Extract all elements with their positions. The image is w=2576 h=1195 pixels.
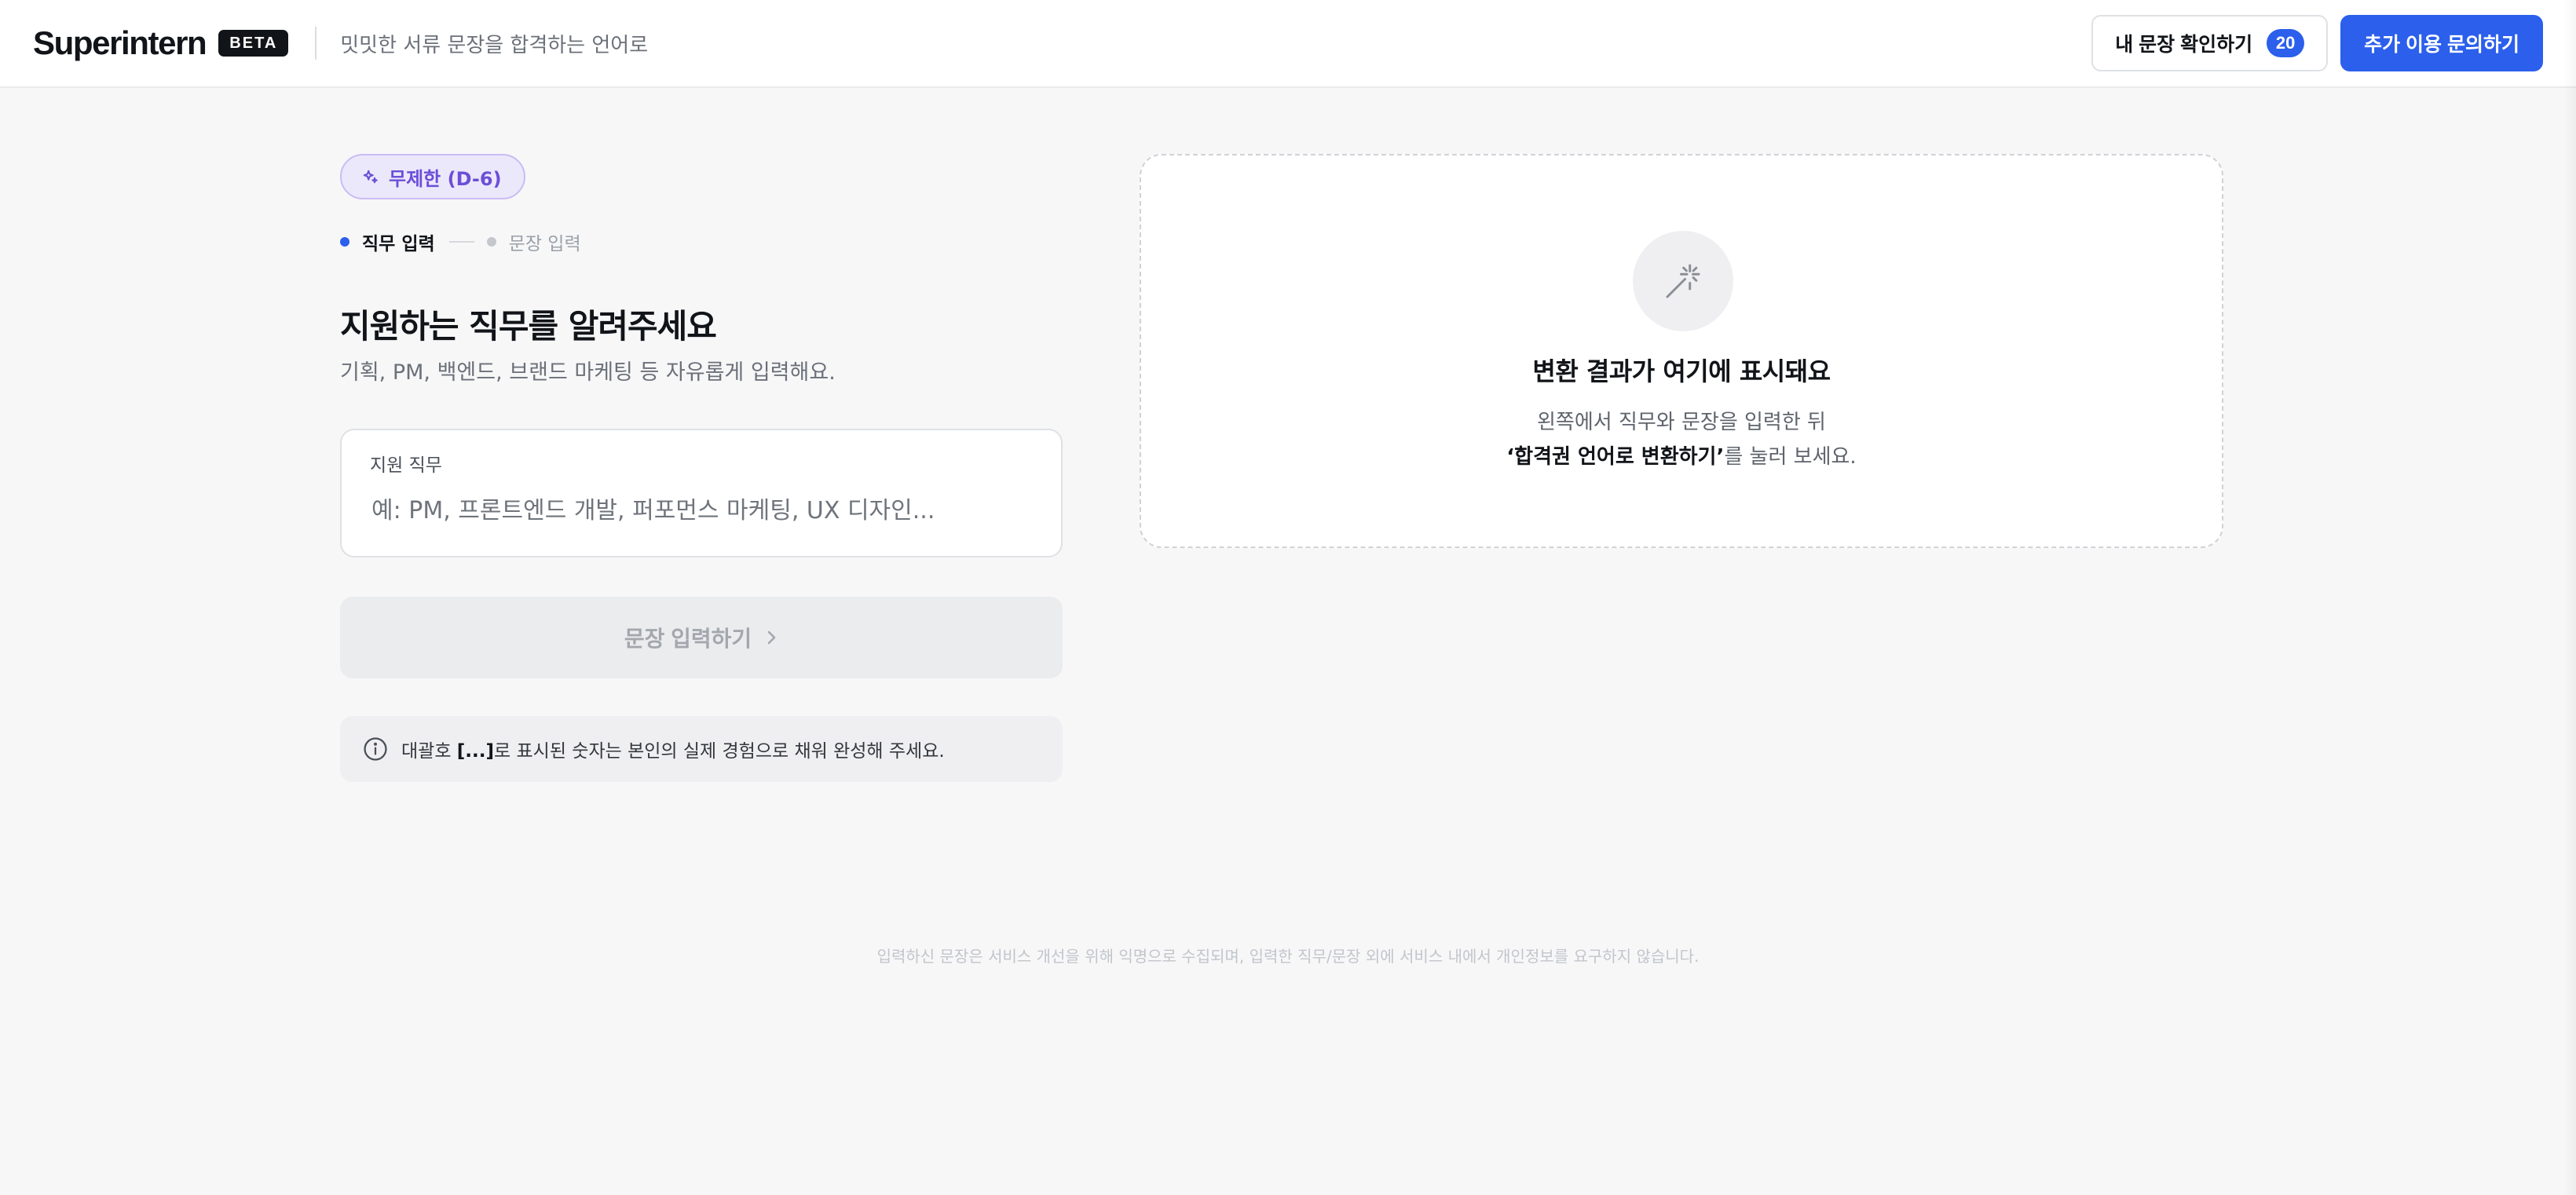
- job-field-card[interactable]: 지원 직무: [340, 429, 1063, 557]
- sparkle-icon: [363, 170, 378, 184]
- magic-wand-icon: [1666, 264, 1700, 298]
- plan-label: 무제한 (D-6): [389, 167, 502, 190]
- header-divider: [315, 27, 317, 60]
- header-actions: 내 문장 확인하기 20 추가 이용 문의하기: [2091, 15, 2543, 71]
- privacy-note: 입력하신 문장은 서비스 개선을 위해 익명으로 수집되며, 입력한 직무/문장…: [876, 947, 1700, 966]
- job-field-label: 지원 직무: [370, 455, 442, 476]
- info-icon: [364, 737, 387, 761]
- beta-badge: BETA: [218, 30, 289, 57]
- result-placeholder-card: 변환 결과가 여기에 표시돼요 왼쪽에서 직무와 문장을 입력한 뒤 ‘합격권 …: [1140, 154, 2223, 548]
- page-subtitle: 기획, PM, 백엔드, 브랜드 마케팅 등 자유롭게 입력해요.: [340, 360, 836, 385]
- my-sentences-button[interactable]: 내 문장 확인하기 20: [2091, 15, 2329, 71]
- brand: Superintern BETA 밋밋한 서류 문장을 합격하는 언어로: [33, 24, 648, 62]
- job-input[interactable]: [370, 493, 1034, 528]
- sentence-count-badge: 20: [2267, 29, 2305, 57]
- logo[interactable]: Superintern: [33, 24, 207, 62]
- result-title: 변환 결과가 여기에 표시돼요: [1532, 356, 1831, 386]
- step-sentence: 문장 입력: [508, 234, 581, 254]
- my-sentences-label: 내 문장 확인하기: [2115, 34, 2253, 56]
- tagline: 밋밋한 서류 문장을 합격하는 언어로: [340, 33, 649, 57]
- bracket-notice: 대괄호 [...]로 표시된 숫자는 본인의 실제 경험으로 채워 완성해 주세…: [340, 716, 1063, 782]
- result-icon-circle: [1633, 231, 1733, 331]
- plan-badge: 무제한 (D-6): [340, 154, 525, 199]
- chevron-right-icon: [767, 630, 776, 645]
- edge-shadow: [2563, 0, 2576, 1195]
- result-desc-line1: 왼쪽에서 직무와 문장을 입력한 뒤: [1537, 411, 1826, 434]
- result-description: 왼쪽에서 직무와 문장을 입력한 뒤 ‘합격권 언어로 변환하기’를 눌러 보세…: [1141, 405, 2222, 474]
- job-input-panel: 무제한 (D-6) 직무 입력 문장 입력 지원하는 직무를 알려주세요 기획,…: [340, 154, 1063, 782]
- result-desc-line2: ‘합격권 언어로 변환하기’를 눌러 보세요.: [1506, 445, 1857, 469]
- next-step-button[interactable]: 문장 입력하기: [340, 597, 1063, 678]
- top-header: Superintern BETA 밋밋한 서류 문장을 합격하는 언어로 내 문…: [0, 0, 2576, 88]
- step-dot-active: [340, 237, 349, 247]
- contact-button[interactable]: 추가 이용 문의하기: [2340, 15, 2543, 71]
- step-dot-inactive: [486, 237, 496, 247]
- notice-bracket: [...]: [456, 741, 495, 762]
- step-job: 직무 입력: [362, 234, 435, 254]
- convert-hint: ‘합격권 언어로 변환하기’: [1506, 445, 1725, 469]
- page-title: 지원하는 직무를 알려주세요: [340, 307, 717, 345]
- notice-text: 대괄호 [...]로 표시된 숫자는 본인의 실제 경험으로 채워 완성해 주세…: [401, 741, 945, 762]
- next-step-label: 문장 입력하기: [624, 627, 752, 651]
- step-indicator: 직무 입력 문장 입력: [340, 228, 1063, 256]
- step-connector: [448, 241, 474, 243]
